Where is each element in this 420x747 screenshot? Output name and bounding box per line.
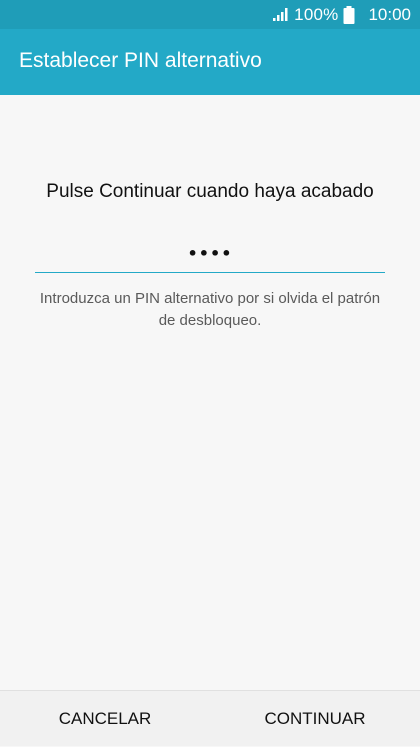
app-bar: Establecer PIN alternativo [0,29,420,95]
battery-icon [343,5,355,24]
bottom-action-bar: CANCELAR CONTINUAR [0,690,420,746]
cancel-button[interactable]: CANCELAR [0,691,210,747]
status-time: 10:00 [368,4,411,24]
battery-percent: 100% [294,4,339,24]
signal-icon [273,8,288,21]
hint-text: Introduzca un PIN alternativo por si olv… [39,290,381,329]
pin-input[interactable] [35,235,385,273]
continue-button[interactable]: CONTINUAR [210,691,420,747]
page-title: Establecer PIN alternativo [19,49,262,72]
status-bar: 100% 10:00 [0,0,420,29]
status-indicators: 100% 10:00 [272,0,411,29]
instruction-text: Pulse Continuar cuando haya acabado [46,181,374,202]
pin-content: Pulse Continuar cuando haya acabado Intr… [0,95,420,690]
